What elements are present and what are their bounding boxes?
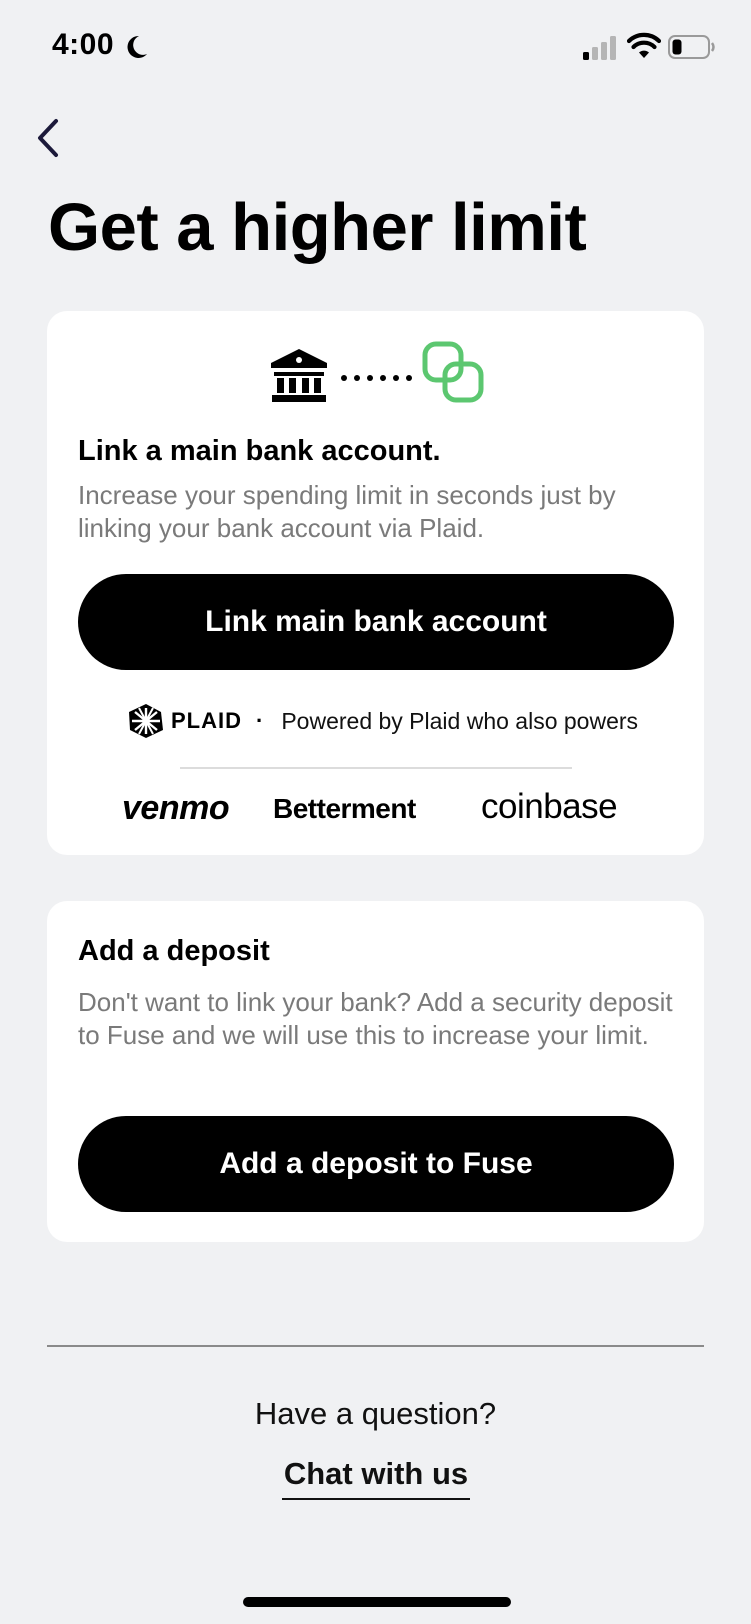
deposit-card: Add a deposit Don't want to link your ba… xyxy=(47,901,704,1242)
add-deposit-button[interactable]: Add a deposit to Fuse xyxy=(78,1116,674,1212)
home-indicator xyxy=(243,1597,511,1607)
betterment-logo: Betterment xyxy=(273,793,416,824)
battery-icon xyxy=(668,35,715,59)
link-card-description: Increase your spending limit in seconds … xyxy=(78,480,616,543)
plaid-separator: · xyxy=(256,708,264,733)
status-time: 4:00 xyxy=(52,28,115,61)
dots-connector xyxy=(341,375,412,381)
link-card-title: Link a main bank account. xyxy=(78,435,441,467)
screen: 4:00 Get a higher limit Link a main bank… xyxy=(0,0,751,1624)
help-question: Have a question? xyxy=(254,1396,497,1431)
footer-divider xyxy=(47,1345,704,1347)
powered-by-text: Powered by Plaid who also powers xyxy=(281,707,639,734)
page-title: Get a higher limit xyxy=(48,190,587,265)
bank-icon xyxy=(271,349,327,402)
deposit-card-title: Add a deposit xyxy=(78,935,270,967)
link-bank-button[interactable]: Link main bank account xyxy=(78,574,674,670)
chevron-left-icon xyxy=(38,119,58,157)
back-button[interactable] xyxy=(28,114,68,162)
partners-divider xyxy=(180,767,572,769)
link-illustration xyxy=(47,341,704,413)
plaid-wordmark: PLAID xyxy=(171,708,242,733)
venmo-logo: venmo xyxy=(122,789,230,827)
moon-icon xyxy=(127,35,147,58)
signal-icon xyxy=(583,36,616,60)
status-bar: 4:00 xyxy=(0,0,751,96)
chat-with-us-link[interactable]: Chat with us xyxy=(282,1456,470,1500)
coinbase-logo: coinbase xyxy=(481,787,618,826)
fuse-logo-icon xyxy=(422,341,484,403)
plaid-logo-icon xyxy=(129,704,163,738)
link-bank-card: Link a main bank account. Increase your … xyxy=(47,311,704,855)
plaid-powered-row: PLAID · Powered by Plaid who also powers xyxy=(127,701,638,741)
deposit-card-description: Don't want to link your bank? Add a secu… xyxy=(78,987,673,1050)
wifi-icon xyxy=(627,32,661,58)
